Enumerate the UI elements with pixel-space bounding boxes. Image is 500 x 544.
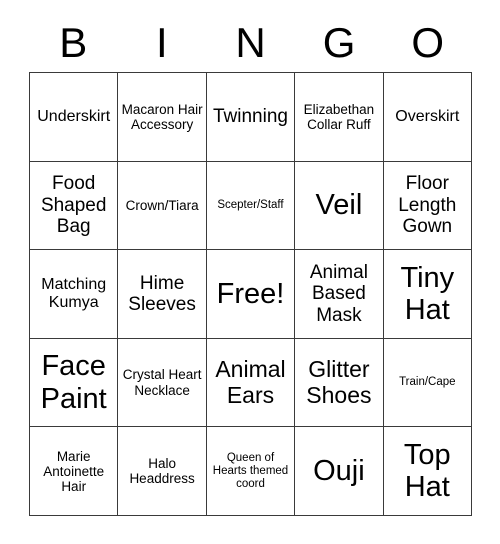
bingo-cell-label: Animal Ears <box>215 355 286 408</box>
bingo-cell-label: Hime Sleeves <box>128 272 196 315</box>
bingo-cell-label: Halo Headdress <box>129 456 195 487</box>
bingo-cell[interactable]: Glitter Shoes <box>295 338 384 428</box>
bingo-header-letter-g: G <box>322 19 356 66</box>
bingo-cell[interactable]: Food Shaped Bag <box>30 161 119 251</box>
bingo-cell[interactable]: Floor Length Gown <box>383 161 472 251</box>
bingo-cell[interactable]: Free! <box>206 250 296 339</box>
bingo-cell-label: Crystal Heart Necklace <box>122 367 202 398</box>
bingo-header: B I N G O <box>29 14 472 72</box>
bingo-cell[interactable]: Train/Cape <box>383 338 472 428</box>
bingo-cell[interactable]: Ouji <box>295 427 384 516</box>
bingo-cell-label: Marie Antoinette Hair <box>43 448 105 494</box>
bingo-cell-label: Matching Kumya <box>41 276 107 311</box>
bingo-cell[interactable]: Matching Kumya <box>30 250 119 339</box>
bingo-cell-label: Tiny Hat <box>400 261 455 326</box>
bingo-cell[interactable]: Elizabethan Collar Ruff <box>295 73 384 162</box>
bingo-cell[interactable]: Marie Antoinette Hair <box>30 427 119 516</box>
bingo-cell-label: Top Hat <box>403 438 451 504</box>
bingo-cell[interactable]: Scepter/Staff <box>206 161 296 251</box>
bingo-cell[interactable]: Veil <box>295 161 384 251</box>
bingo-cell-label: Veil <box>315 189 363 222</box>
bingo-cell-label: Glitter Shoes <box>306 355 372 408</box>
bingo-header-letter-o: O <box>411 19 444 66</box>
bingo-cell[interactable]: Halo Headdress <box>118 427 207 516</box>
bingo-cell[interactable]: Crown/Tiara <box>118 161 207 251</box>
bingo-cell[interactable]: Twinning <box>206 73 296 162</box>
bingo-cell-label: Animal Based Mask <box>309 262 368 326</box>
bingo-header-letter-n: N <box>235 19 266 66</box>
bingo-cell-label: Crown/Tiara <box>125 197 199 213</box>
bingo-header-letter-b: B <box>59 19 88 66</box>
bingo-cell[interactable]: Top Hat <box>383 427 472 516</box>
bingo-header-letter-i: I <box>156 19 168 66</box>
bingo-cell[interactable]: Face Paint <box>30 338 119 428</box>
bingo-cell-label: Queen of Hearts themed coord <box>212 451 289 490</box>
bingo-cell-label: Ouji <box>313 454 365 487</box>
bingo-cell-label: Overskirt <box>395 107 460 125</box>
bingo-cell-label: Food Shaped Bag <box>40 173 107 238</box>
bingo-cell[interactable]: Macaron Hair Accessory <box>118 73 207 162</box>
bingo-cell-label: Face Paint <box>40 350 107 415</box>
bingo-cell[interactable]: Overskirt <box>383 73 472 162</box>
bingo-cell[interactable]: Hime Sleeves <box>118 250 207 339</box>
bingo-cell[interactable]: Queen of Hearts themed coord <box>206 427 296 516</box>
bingo-cell[interactable]: Animal Ears <box>206 338 296 428</box>
bingo-cell-label: Train/Cape <box>399 376 456 389</box>
bingo-cell-label: Floor Length Gown <box>398 173 457 238</box>
bingo-cell[interactable]: Underskirt <box>30 73 119 162</box>
bingo-cell-label: Free! <box>216 277 285 310</box>
bingo-cell-label: Underskirt <box>37 107 111 125</box>
bingo-grid: Underskirt Macaron Hair Accessory Twinning… <box>29 72 472 516</box>
bingo-card: B I N G O Underskirt Macaron Hair Accesso… <box>0 0 500 544</box>
bingo-cell-label: Elizabethan Collar Ruff <box>303 101 375 132</box>
bingo-cell[interactable]: Tiny Hat <box>383 250 472 339</box>
bingo-cell-label: Twinning <box>212 106 288 128</box>
bingo-cell-label: Macaron Hair Accessory <box>121 101 203 132</box>
bingo-cell[interactable]: Crystal Heart Necklace <box>118 338 207 428</box>
bingo-cell[interactable]: Animal Based Mask <box>295 250 384 339</box>
bingo-cell-label: Scepter/Staff <box>217 198 284 211</box>
